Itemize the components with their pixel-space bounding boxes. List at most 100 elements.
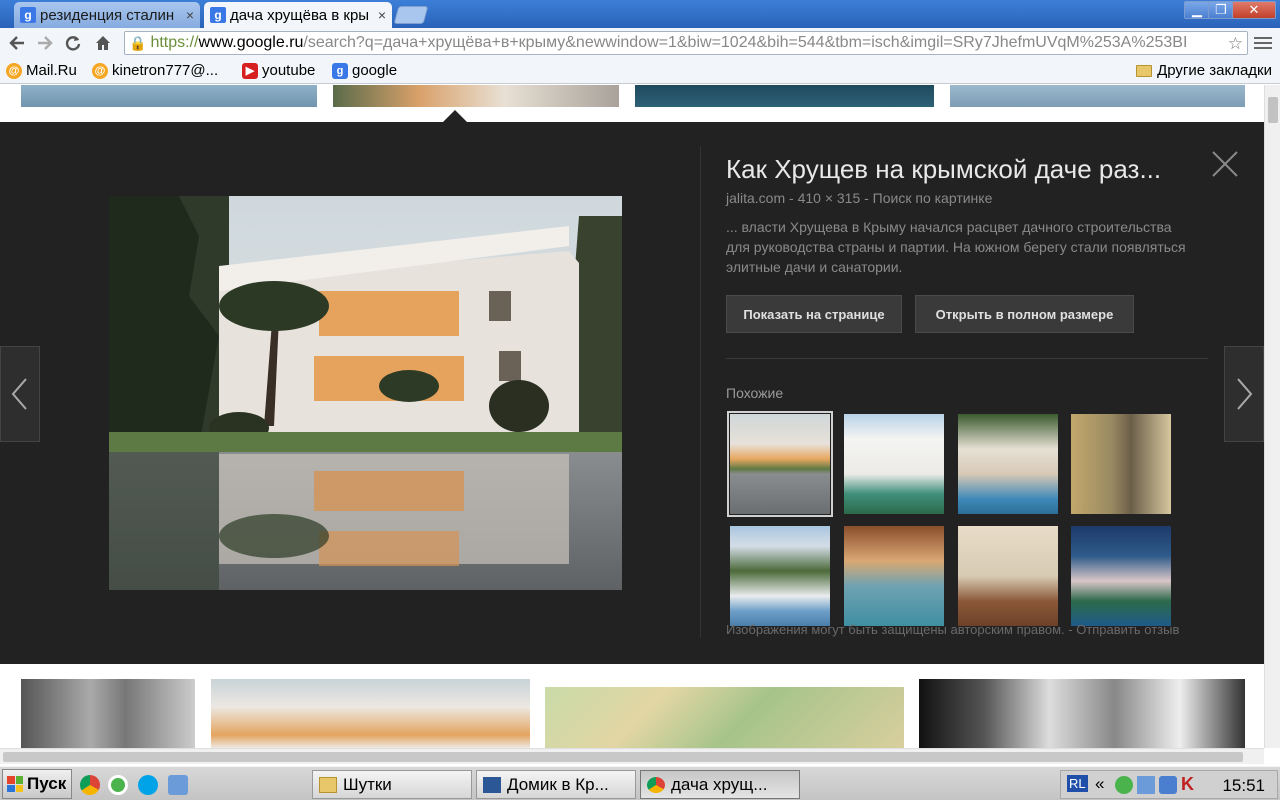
task-folder-jokes[interactable]: Шутки [312,770,472,799]
language-indicator[interactable]: RL [1067,775,1088,792]
folder-icon [1136,64,1153,77]
result-thumbnail[interactable] [333,85,619,107]
other-bookmarks-label: Другие закладки [1157,62,1272,79]
tab-stalin-residence[interactable]: g резиденция сталин × [14,2,200,28]
chrome-menu-button[interactable] [1254,34,1272,52]
task-word-document[interactable]: Домик в Кр... [476,770,636,799]
open-full-size-button[interactable]: Открыть в полном размере [915,295,1134,333]
task-chrome-window[interactable]: дача хрущ... [640,770,800,799]
url-scheme: https:// [150,34,199,51]
chevron-left-icon [11,378,27,410]
task-label: Домик в Кр... [507,774,609,794]
forward-button[interactable] [34,32,56,54]
bookmark-kinetron[interactable]: @ kinetron777@... [92,62,218,79]
taskbar: Пуск Шутки Домик в Кр... дача хрущ... RL… [0,766,1280,800]
security-icon[interactable] [1159,776,1177,794]
other-bookmarks-folder[interactable]: Другие закладки [1136,62,1272,79]
similar-image[interactable] [958,526,1058,626]
address-bar[interactable]: 🔒 https://www.google.ru/search?q=дача+хр… [124,31,1248,55]
google-icon: g [210,7,226,23]
minimize-button[interactable]: ▁ [1184,1,1210,19]
close-icon [1212,151,1238,177]
tab-title: дача хрущёва в кры [230,6,370,24]
reload-button[interactable] [62,32,84,54]
icq-icon[interactable] [108,775,128,795]
preview-description: ... власти Хрущева в Крыму начался расцв… [726,219,1186,275]
mailru-icon: @ [92,62,108,79]
url-path: /search?q=дача+хрущёва+в+крыму&newwindow… [303,34,1188,51]
similar-image[interactable] [1071,526,1171,626]
result-thumbnail[interactable] [950,85,1245,107]
preview-image[interactable] [109,196,622,590]
result-thumbnail[interactable] [21,85,317,107]
preview-meta: jalita.com - 410 × 315 - Поиск по картин… [726,190,993,206]
network-icon[interactable] [1137,776,1155,794]
chrome-icon [647,776,665,793]
bookmark-google[interactable]: g google [332,62,397,79]
new-tab-button[interactable] [393,6,429,24]
bookmark-mailru[interactable]: @ Mail.Ru [6,62,77,79]
result-thumbnail[interactable] [919,679,1245,748]
clock[interactable]: 15:51 [1222,776,1265,796]
similar-image[interactable] [958,414,1058,514]
lock-icon: 🔒 [129,34,147,51]
reload-icon [65,36,81,51]
back-button[interactable] [6,32,28,54]
similar-image[interactable] [844,526,944,626]
google-icon: g [332,62,348,79]
arrow-right-icon [38,36,53,50]
bookmark-youtube[interactable]: ▶ youtube [242,62,315,79]
close-preview-button[interactable] [1210,149,1240,179]
scroll-thumb[interactable] [1268,97,1278,123]
similar-image[interactable] [730,526,830,626]
close-tab-icon[interactable]: × [182,7,194,23]
shield-icon[interactable] [168,775,188,795]
result-thumbnail[interactable] [211,679,530,748]
section-separator [726,358,1208,359]
chevron-right-icon [1237,378,1253,410]
home-icon [96,36,110,50]
panel-divider [700,146,701,638]
bookmark-star-icon[interactable]: ☆ [1228,34,1243,54]
tab-khrushchev-dacha[interactable]: g дача хрущёва в кры × [204,2,392,28]
restore-button[interactable]: ❐ [1208,1,1234,19]
start-button[interactable]: Пуск [2,769,72,799]
scroll-thumb[interactable] [3,752,1243,762]
bookmark-label: kinetron777@... [112,62,219,79]
similar-image[interactable] [844,414,944,514]
bookmarks-bar: @ Mail.Ru @ kinetron777@... ▶ youtube g … [0,58,1280,84]
task-label: Шутки [343,774,392,794]
next-image-button[interactable] [1224,346,1264,442]
system-tray: RL « K 15:51 [1060,770,1278,799]
tab-strip: g резиденция сталин × g дача хрущёва в к… [0,0,1280,28]
vertical-scrollbar[interactable] [1264,85,1280,748]
windows-logo-icon [7,776,23,792]
mailru-icon: @ [6,62,22,79]
horizontal-scrollbar[interactable] [0,748,1264,764]
show-on-page-button[interactable]: Показать на странице [726,295,902,333]
copyright-note[interactable]: Изображения могут быть защищены авторски… [726,622,1179,637]
result-thumbnail[interactable] [21,679,195,748]
word-icon [483,776,501,793]
bookmark-label: Mail.Ru [26,62,77,79]
result-thumbnail[interactable] [635,85,934,107]
task-label: дача хрущ... [671,774,768,794]
similar-image[interactable] [727,411,833,517]
preview-title[interactable]: Как Хрущев на крымской даче раз... [726,154,1161,185]
home-button[interactable] [92,32,114,54]
previous-image-button[interactable] [0,346,40,442]
similar-image[interactable] [1071,414,1171,514]
close-tab-icon[interactable]: × [374,7,386,23]
start-label: Пуск [27,774,67,793]
antivirus-icon[interactable]: K [1181,774,1194,795]
similar-images-label: Похожие [726,385,784,401]
result-thumbnail[interactable] [545,687,904,748]
villa-photo [109,196,622,590]
skype-icon[interactable] [138,775,158,795]
icq-tray-icon[interactable] [1115,776,1133,794]
window-close-button[interactable]: ✕ [1232,1,1276,19]
youtube-icon: ▶ [242,62,258,79]
folder-icon [319,776,337,793]
show-hidden-icons-button[interactable]: « [1095,774,1104,794]
chrome-icon[interactable] [80,775,100,795]
